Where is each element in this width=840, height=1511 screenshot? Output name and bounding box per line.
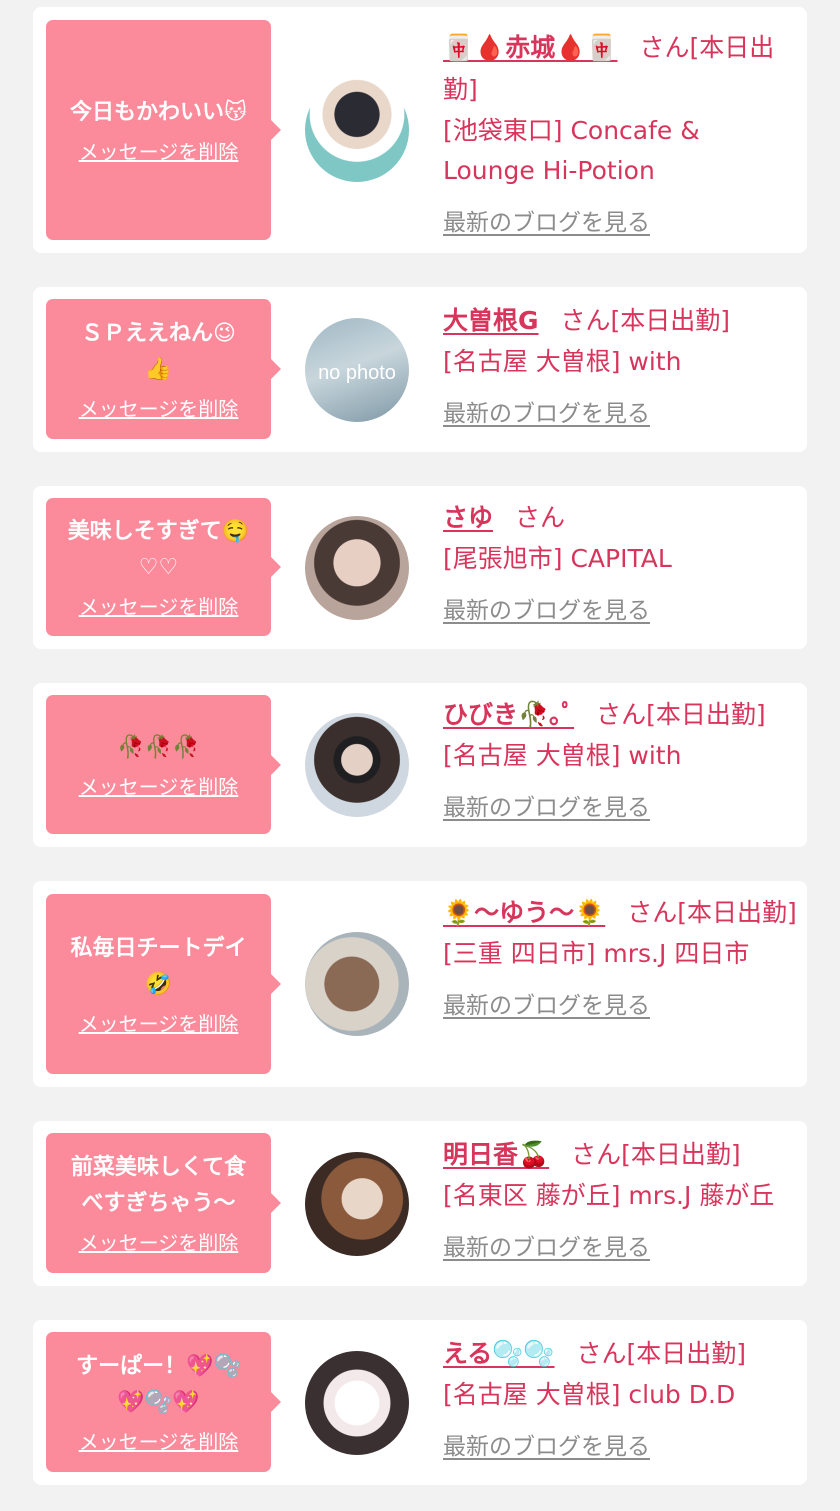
avatar[interactable] bbox=[305, 713, 409, 817]
blog-link-row: 最新のブログを見る bbox=[443, 974, 797, 1024]
cast-name-link[interactable]: 🀄🩸赤城🩸🀄 bbox=[443, 33, 618, 62]
avatar[interactable] bbox=[305, 932, 409, 1036]
cast-name-link[interactable]: ひびき🥀｡ﾟ bbox=[443, 700, 574, 729]
cast-name-line: 明日香🍒 さん[本日出勤] bbox=[443, 1134, 797, 1176]
honorific: さん bbox=[576, 1339, 627, 1368]
message-card: 今日もかわいい😽 メッセージを削除 🀄🩸赤城🩸🀄 さん[本日出勤] [池袋東口] Con… bbox=[33, 7, 807, 253]
work-status: [本日出勤] bbox=[626, 1339, 747, 1368]
honorific: さん bbox=[515, 503, 566, 532]
message-bubble: すーぱー！💖🫧 💖🫧💖 メッセージを削除 bbox=[46, 1332, 281, 1472]
work-status: [本日出勤] bbox=[621, 1140, 741, 1169]
avatar[interactable] bbox=[305, 516, 409, 620]
blog-link-row: 最新のブログを見る bbox=[443, 191, 797, 241]
cast-name-link[interactable]: 🌻〜ゆう〜🌻 bbox=[443, 898, 605, 927]
message-card: 前菜美味しくて食 べすぎちゃう〜メッセージを削除 明日香🍒 さん[本日出勤] [名東区… bbox=[33, 1121, 807, 1286]
latest-blog-link[interactable]: 最新のブログを見る bbox=[443, 396, 650, 432]
message-bubble: 美味しそすぎて🤤 ♡♡ メッセージを削除 bbox=[46, 498, 281, 636]
message-bubble: 🥀🥀🥀 メッセージを削除 bbox=[46, 695, 281, 834]
cast-info: ひびき🥀｡ﾟ さん[本日出勤] [名古屋 大曽根] with 最新のブログを見る bbox=[443, 694, 797, 826]
honorific: さん bbox=[560, 306, 611, 335]
message-card: 美味しそすぎて🤤 ♡♡ メッセージを削除 さゆ さん [尾張旭市] CAPITAL 最新の… bbox=[33, 486, 807, 649]
honorific: さん bbox=[571, 1140, 622, 1169]
blog-link-row: 最新のブログを見る bbox=[443, 579, 797, 629]
message-text: ＳＰええねん😉 👍 bbox=[81, 321, 236, 382]
shop-name: [三重 四日市] mrs.J 四日市 bbox=[443, 939, 750, 968]
message-card: すーぱー！💖🫧 💖🫧💖 メッセージを削除 える🫧🫧 さん[本日出勤] [名古屋 大曽根]… bbox=[33, 1320, 807, 1485]
message-text: 私毎日チートデイ 🤣 bbox=[70, 936, 247, 997]
delete-message-link[interactable]: メッセージを削除 bbox=[79, 396, 239, 422]
latest-blog-link[interactable]: 最新のブログを見る bbox=[443, 988, 650, 1024]
message-text: 今日もかわいい😽 bbox=[70, 100, 247, 125]
message-card: ＳＰええねん😉 👍 メッセージを削除 no photo 大曽根G さん[本日出勤] [名古… bbox=[33, 287, 807, 452]
latest-blog-link[interactable]: 最新のブログを見る bbox=[443, 1230, 650, 1266]
cast-info: える🫧🫧 さん[本日出勤] [名古屋 大曽根] club D.D 最新のブログを見る bbox=[443, 1333, 797, 1465]
work-status: [本日出勤] bbox=[646, 700, 766, 729]
cast-name-link[interactable]: さゆ bbox=[443, 503, 493, 532]
message-text: 🥀🥀🥀 bbox=[117, 734, 200, 760]
latest-blog-link[interactable]: 最新のブログを見る bbox=[443, 593, 650, 629]
honorific: さん bbox=[596, 700, 647, 729]
cast-info: 🀄🩸赤城🩸🀄 さん[本日出勤] [池袋東口] Concafe & Lounge Hi… bbox=[443, 27, 797, 241]
message-text: 前菜美味しくて食 べすぎちゃう〜 bbox=[70, 1155, 247, 1216]
honorific: さん bbox=[627, 898, 678, 927]
blog-link-row: 最新のブログを見る bbox=[443, 776, 797, 826]
message-bubble: 前菜美味しくて食 べすぎちゃう〜メッセージを削除 bbox=[46, 1133, 281, 1273]
shop-name: [名古屋 大曽根] with bbox=[443, 347, 682, 376]
delete-message-link[interactable]: メッセージを削除 bbox=[79, 774, 239, 800]
message-card: 🥀🥀🥀 メッセージを削除 ひびき🥀｡ﾟ さん[本日出勤] [名古屋 大曽根] with 最… bbox=[33, 683, 807, 847]
latest-blog-link[interactable]: 最新のブログを見る bbox=[443, 205, 650, 241]
latest-blog-link[interactable]: 最新のブログを見る bbox=[443, 1429, 650, 1465]
cast-name-link[interactable]: 明日香🍒 bbox=[443, 1140, 549, 1169]
cast-name-link[interactable]: える🫧🫧 bbox=[443, 1339, 555, 1368]
honorific: さん bbox=[639, 33, 690, 62]
cast-info: 大曽根G さん[本日出勤] [名古屋 大曽根] with 最新のブログを見る bbox=[443, 300, 797, 432]
message-bubble: 私毎日チートデイ 🤣 メッセージを削除 bbox=[46, 894, 281, 1074]
cast-name-line: える🫧🫧 さん[本日出勤] bbox=[443, 1333, 797, 1375]
cast-name-line: さゆ さん bbox=[443, 497, 797, 539]
cast-name-line: 大曽根G さん[本日出勤] bbox=[443, 300, 797, 342]
cast-name-line: 🌻〜ゆう〜🌻 さん[本日出勤] bbox=[443, 892, 797, 934]
delete-message-link[interactable]: メッセージを削除 bbox=[79, 594, 239, 620]
cast-info: 明日香🍒 さん[本日出勤] [名東区 藤が丘] mrs.J 藤が丘最新のブログを見る bbox=[443, 1134, 797, 1266]
avatar[interactable]: no photo bbox=[305, 318, 409, 422]
cast-name-line: 🀄🩸赤城🩸🀄 さん[本日出勤] bbox=[443, 27, 797, 111]
message-text: すーぱー！💖🫧 💖🫧💖 bbox=[76, 1354, 241, 1415]
cast-info: さゆ さん [尾張旭市] CAPITAL 最新のブログを見る bbox=[443, 497, 797, 629]
message-bubble: ＳＰええねん😉 👍 メッセージを削除 bbox=[46, 299, 281, 439]
cast-name-line: ひびき🥀｡ﾟ さん[本日出勤] bbox=[443, 694, 797, 736]
shop-name: [池袋東口] Concafe & Lounge Hi-Potion bbox=[443, 116, 700, 185]
blog-link-row: 最新のブログを見る bbox=[443, 1415, 797, 1465]
delete-message-link[interactable]: メッセージを削除 bbox=[79, 1429, 239, 1455]
no-photo-label: no photo bbox=[318, 362, 396, 384]
avatar[interactable] bbox=[305, 1351, 409, 1455]
work-status: [本日出勤] bbox=[610, 306, 731, 335]
blog-link-row: 最新のブログを見る bbox=[443, 1216, 797, 1266]
latest-blog-link[interactable]: 最新のブログを見る bbox=[443, 790, 650, 826]
shop-name: [名東区 藤が丘] mrs.J 藤が丘 bbox=[443, 1181, 775, 1210]
shop-name: [名古屋 大曽根] with bbox=[443, 741, 682, 770]
delete-message-link[interactable]: メッセージを削除 bbox=[79, 1230, 239, 1256]
delete-message-link[interactable]: メッセージを削除 bbox=[79, 139, 239, 165]
message-text: 美味しそすぎて🤤 ♡♡ bbox=[67, 519, 250, 580]
shop-name: [名古屋 大曽根] club D.D bbox=[443, 1380, 736, 1409]
work-status: [本日出勤] bbox=[677, 898, 797, 927]
message-card: 私毎日チートデイ 🤣 メッセージを削除 🌻〜ゆう〜🌻 さん[本日出勤] [三重 四日市]… bbox=[33, 881, 807, 1087]
cast-name-link[interactable]: 大曽根G bbox=[443, 306, 539, 335]
blog-link-row: 最新のブログを見る bbox=[443, 382, 797, 432]
avatar[interactable] bbox=[305, 78, 409, 182]
avatar[interactable] bbox=[305, 1152, 409, 1256]
cast-info: 🌻〜ゆう〜🌻 さん[本日出勤] [三重 四日市] mrs.J 四日市最新のブログを見… bbox=[443, 892, 797, 1024]
delete-message-link[interactable]: メッセージを削除 bbox=[79, 1011, 239, 1037]
shop-name: [尾張旭市] CAPITAL bbox=[443, 544, 672, 573]
message-bubble: 今日もかわいい😽 メッセージを削除 bbox=[46, 20, 281, 240]
